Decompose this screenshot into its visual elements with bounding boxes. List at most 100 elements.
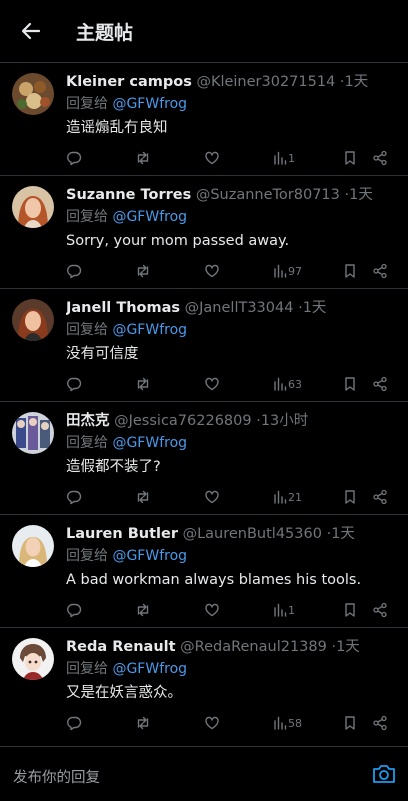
reply-button[interactable] [66,601,82,619]
tweet-content: Kleiner campos @Kleiner30271514 ·1天 回复给 … [66,71,398,140]
reply-to-link[interactable]: @GFWfrog [112,209,187,225]
camera-icon[interactable] [372,763,396,785]
bookmark-button[interactable] [342,714,358,732]
retweet-button[interactable] [135,149,151,167]
views-button[interactable]: 97 [272,262,302,280]
tweet-text: 又是在妖言惑众。 [66,685,182,701]
back-arrow-icon[interactable] [16,16,46,46]
reply-to-link[interactable]: @GFWfrog [112,322,187,338]
share-button[interactable] [372,375,388,393]
reply-tweet[interactable]: Suzanne Torres @SuzanneTor80713 ·1天 回复给 … [0,175,408,288]
retweet-button[interactable] [135,375,151,393]
timestamp[interactable]: 1天 [349,187,373,203]
display-name[interactable]: Suzanne Torres [66,187,191,203]
timestamp[interactable]: 1天 [331,526,355,542]
views-button[interactable]: 63 [272,375,302,393]
timestamp[interactable]: 13小时 [261,413,308,429]
user-handle[interactable]: @RedaRenaul21389 [180,639,327,655]
views-button[interactable]: 1 [272,149,295,167]
user-handle[interactable]: @JanellT33044 [185,300,294,316]
like-button[interactable] [204,149,220,167]
reply-button[interactable] [66,375,82,393]
display-name[interactable]: Reda Renault [66,639,176,655]
avatar[interactable] [12,525,54,567]
action-bar: 1 [66,149,394,167]
tweet-content: Janell Thomas @JanellT33044 ·1天 回复给 @GFW… [66,297,398,366]
reply-to-link[interactable]: @GFWfrog [112,548,187,564]
tweet-content: Suzanne Torres @SuzanneTor80713 ·1天 回复给 … [66,184,398,253]
reply-list: Kleiner campos @Kleiner30271514 ·1天 回复给 … [0,62,408,740]
bookmark-button[interactable] [342,375,358,393]
bookmark-button[interactable] [342,601,358,619]
share-button[interactable] [372,714,388,732]
reply-button[interactable] [66,149,82,167]
replying-to: 回复给 @GFWfrog [66,545,398,567]
views-button[interactable]: 58 [272,714,302,732]
reply-to-link[interactable]: @GFWfrog [112,435,187,451]
avatar[interactable] [12,638,54,680]
reply-tweet[interactable]: Reda Renault @RedaRenaul21389 ·1天 回复给 @G… [0,627,408,740]
like-button[interactable] [204,714,220,732]
reply-tweet[interactable]: Lauren Butler @LaurenButl45360 ·1天 回复给 @… [0,514,408,627]
share-icon [373,150,387,166]
reply-button[interactable] [66,714,82,732]
retweet-button[interactable] [135,601,151,619]
timestamp[interactable]: 1天 [336,639,360,655]
tweet-content: Reda Renault @RedaRenaul21389 ·1天 回复给 @G… [66,636,398,705]
tweet-header: Janell Thomas @JanellT33044 ·1天 [66,297,398,319]
bookmark-icon [345,377,355,391]
retweet-button[interactable] [135,488,151,506]
share-icon [373,263,387,279]
retweet-button[interactable] [135,714,151,732]
bookmark-button[interactable] [342,488,358,506]
reply-prefix: 回复给 [66,209,108,225]
timestamp[interactable]: 1天 [345,74,369,90]
like-button[interactable] [204,488,220,506]
like-button[interactable] [204,375,220,393]
reply-button[interactable] [66,488,82,506]
share-button[interactable] [372,149,388,167]
share-button[interactable] [372,488,388,506]
avatar[interactable] [12,186,54,228]
display-name[interactable]: 田杰克 [66,413,110,429]
bookmark-button[interactable] [342,262,358,280]
retweet-icon [137,264,149,278]
reply-tweet[interactable]: Janell Thomas @JanellT33044 ·1天 回复给 @GFW… [0,288,408,401]
reply-tweet[interactable]: Kleiner campos @Kleiner30271514 ·1天 回复给 … [0,62,408,175]
retweet-button[interactable] [135,262,151,280]
display-name[interactable]: Kleiner campos [66,74,192,90]
display-name[interactable]: Janell Thomas [66,300,180,316]
comment-icon [67,151,82,166]
views-button[interactable]: 1 [272,601,295,619]
user-handle[interactable]: @SuzanneTor80713 [196,187,340,203]
reply-prefix: 回复给 [66,548,108,564]
reply-tweet[interactable]: 田杰克 @Jessica76226809 ·13小时 回复给 @GFWfrog … [0,401,408,514]
reply-button[interactable] [66,262,82,280]
reply-composer[interactable]: 发布你的回复 [0,746,408,801]
reply-to-link[interactable]: @GFWfrog [112,96,187,112]
reply-input-placeholder[interactable]: 发布你的回复 [13,766,100,787]
user-handle[interactable]: @LaurenButl45360 [183,526,322,542]
like-button[interactable] [204,601,220,619]
tweet-header: 田杰克 @Jessica76226809 ·13小时 [66,410,398,432]
avatar[interactable] [12,299,54,341]
like-button[interactable] [204,262,220,280]
timestamp[interactable]: 1天 [303,300,327,316]
retweet-icon [137,151,149,165]
reply-to-link[interactable]: @GFWfrog [112,661,187,677]
views-button[interactable]: 21 [272,488,302,506]
tweet-header: Reda Renault @RedaRenaul21389 ·1天 [66,636,398,658]
user-handle[interactable]: @Jessica76226809 [114,413,252,429]
bookmark-button[interactable] [342,149,358,167]
top-bar: 主题帖 [0,0,408,62]
share-button[interactable] [372,262,388,280]
user-handle[interactable]: @Kleiner30271514 [196,74,335,90]
page-title: 主题帖 [76,21,134,44]
display-name[interactable]: Lauren Butler [66,526,178,542]
views-chart-icon [274,264,287,278]
avatar[interactable] [12,412,54,454]
reply-prefix: 回复给 [66,661,108,677]
share-button[interactable] [372,601,388,619]
avatar[interactable] [12,73,54,115]
comment-icon [67,603,82,618]
